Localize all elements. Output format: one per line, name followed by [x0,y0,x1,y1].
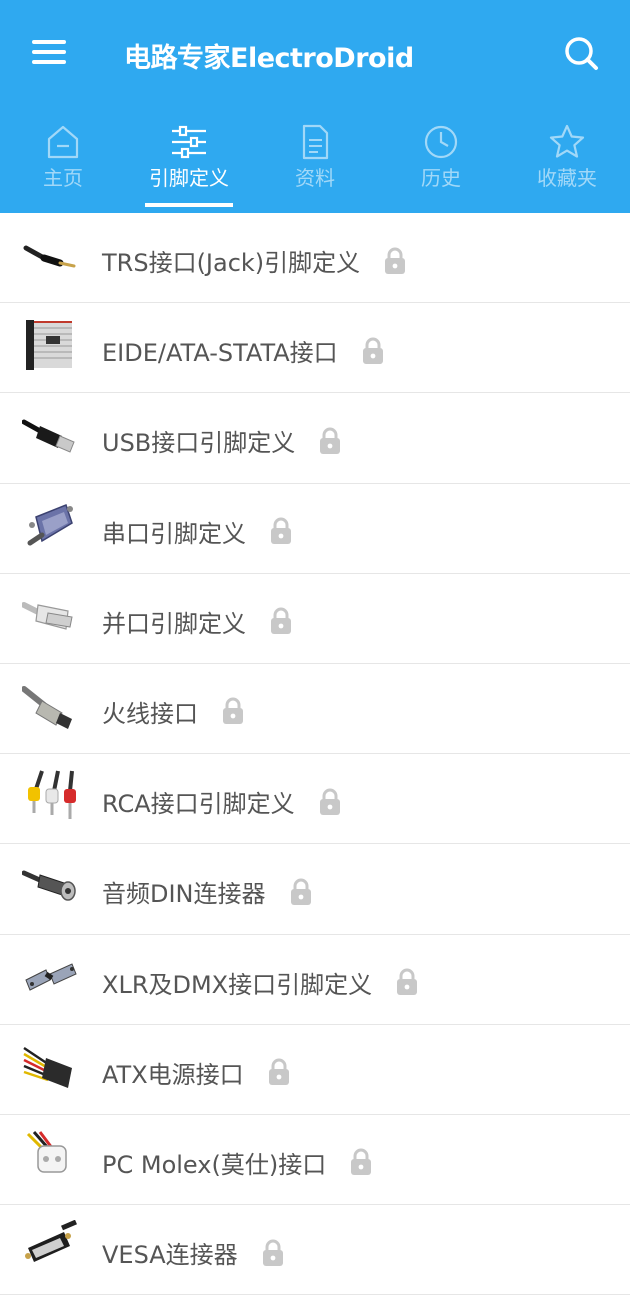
lock-icon [362,337,383,364]
lock-icon [223,697,243,725]
list-item-label: PC Molex(莫仕)接口 [102,1150,327,1179]
tab-favorites-label: 收藏夹 [537,166,597,190]
search-button[interactable] [556,30,606,76]
lock-icon [397,968,418,995]
lock-icon [262,1239,283,1266]
lock-icon [271,607,291,635]
list-item[interactable]: VESA连接器 [0,1205,630,1295]
tab-home[interactable]: 主页 [0,118,126,213]
lock-icon [290,878,311,905]
list-item[interactable]: 火线接口 [0,663,630,755]
list-item-label: VESA连接器 [102,1241,238,1270]
atx-power-connector-image [23,1046,72,1088]
trs-jack-plug-image [23,245,76,268]
din-plug-image [22,870,76,902]
search-icon [565,37,598,70]
list-item[interactable]: PC Molex(莫仕)接口 [0,1114,630,1206]
star-icon [549,124,585,158]
app-title: 电路专家ElectroDroid [124,43,414,74]
lock-icon [351,1148,372,1176]
list-item-label: ATX电源接口 [102,1060,244,1089]
firewire-plug-image [22,685,72,729]
app-bar: 电路专家ElectroDroid 主页 引脚定义 资料 历史 收藏夹 [0,0,630,213]
list-item[interactable]: RCA接口引脚定义 [0,754,630,845]
vesa-dvi-plug-image [25,1220,77,1263]
parallel-db25-plug-image [22,601,73,630]
tab-bar: 主页 引脚定义 资料 历史 收藏夹 [0,118,630,213]
list-item-label: 音频DIN连接器 [102,880,266,909]
xlr-plugs-image [25,962,77,991]
list-item-label: TRS接口(Jack)引脚定义 [102,249,361,277]
lock-icon [320,427,341,454]
tab-home-label: 主页 [43,166,83,190]
clock-icon [424,125,458,159]
tab-pinouts-label: 引脚定义 [149,166,229,190]
list-item-label: EIDE/ATA-STATA接口 [102,339,338,368]
pinout-list: TRS接口(Jack)引脚定义 EIDE/ATA-STATA接口 USB接口引脚… [0,213,630,1295]
list-item[interactable]: 串口引脚定义 [0,483,630,574]
tab-resources[interactable]: 资料 [252,118,378,213]
tab-resources-label: 资料 [295,166,335,190]
tab-history-label: 历史 [421,166,461,190]
lock-icon [319,788,340,815]
tab-favorites[interactable]: 收藏夹 [504,118,630,213]
active-tab-indicator [145,203,233,207]
lock-icon [271,517,291,545]
menu-icon-bar [32,50,66,54]
rca-plugs-image [28,770,76,820]
list-item[interactable]: EIDE/ATA-STATA接口 [0,303,630,394]
menu-icon-bar [32,40,66,44]
list-item[interactable]: 音频DIN连接器 [0,844,630,935]
tab-pinouts[interactable]: 引脚定义 [126,118,252,213]
usb-plug-image [22,419,75,454]
document-icon [302,124,329,160]
list-item[interactable]: ATX电源接口 [0,1024,630,1115]
list-item-label: 串口引脚定义 [102,519,246,548]
tab-history[interactable]: 历史 [378,118,504,213]
sliders-icon [172,125,206,159]
ide-ribbon-cable-image [26,320,72,371]
serial-db9-plug-image [27,503,73,546]
list-item-label: 火线接口 [102,699,198,728]
list-item-label: USB接口引脚定义 [102,429,296,458]
lock-icon [385,247,406,274]
lock-icon [268,1058,289,1086]
list-item[interactable]: TRS接口(Jack)引脚定义 [0,213,630,304]
list-item[interactable]: USB接口引脚定义 [0,393,630,484]
list-item-label: 并口引脚定义 [102,609,246,638]
list-item[interactable]: XLR及DMX接口引脚定义 [0,934,630,1025]
molex-connector-image [26,1130,67,1173]
list-item-label: XLR及DMX接口引脚定义 [102,970,373,999]
list-item[interactable]: 并口引脚定义 [0,573,630,664]
menu-button[interactable] [24,30,74,76]
list-item-label: RCA接口引脚定义 [102,790,295,819]
menu-icon-bar [32,60,66,64]
home-icon [47,125,79,159]
